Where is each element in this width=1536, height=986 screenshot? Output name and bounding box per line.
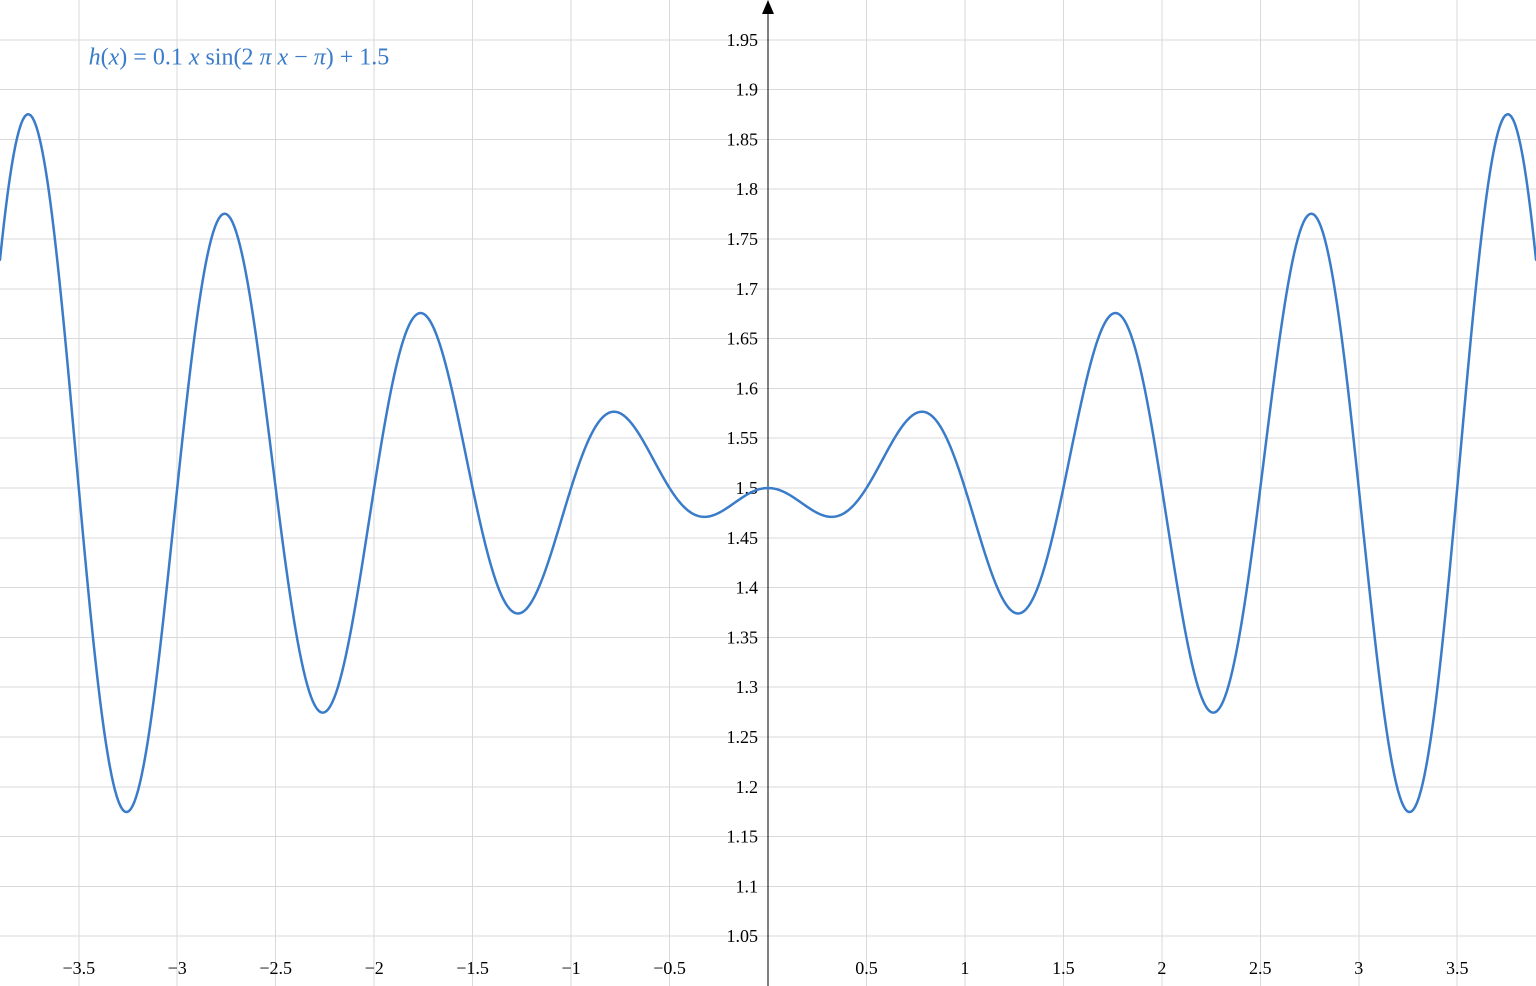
equation-label: h(x) = 0.1 x sin(2 π x − π) + 1.5 [89, 45, 390, 71]
x-tick-label: 3 [1354, 958, 1363, 978]
y-tick-label: 1.4 [736, 578, 759, 598]
y-tick-label: 1.7 [736, 279, 759, 299]
function-plot: 1.05 1.1 1.15 1.2 1.25 1.3 1.35 1.4 1.45 1.5 1.55 1… [0, 0, 1536, 986]
chart-container: 1.05 1.1 1.15 1.2 1.25 1.3 1.35 1.4 1.45 1.5 1.55 1… [0, 0, 1536, 986]
x-tick-label: 2 [1157, 958, 1166, 978]
x-tick-label: −3 [168, 958, 187, 978]
y-tick-label: 1.45 [727, 528, 759, 548]
y-tick-label: 1.2 [736, 777, 759, 797]
y-tick-label: 1.75 [727, 229, 759, 249]
x-tick-label: −2 [365, 958, 384, 978]
x-tick-label: 1.5 [1052, 958, 1075, 978]
x-tick-label: −0.5 [653, 958, 686, 978]
y-tick-label: 1.55 [727, 428, 759, 448]
x-tick-label: 2.5 [1249, 958, 1272, 978]
y-tick-label: 1.05 [727, 926, 759, 946]
y-tick-label: 1.6 [736, 378, 759, 398]
x-tick-label: −1.5 [456, 958, 489, 978]
x-tick-label: −2.5 [259, 958, 292, 978]
y-tick-label: 1.25 [727, 727, 759, 747]
x-tick-label: −3.5 [62, 958, 95, 978]
x-tick-label: 1 [960, 958, 969, 978]
y-tick-label: 1.3 [736, 677, 759, 697]
x-tick-label: −1 [561, 958, 580, 978]
x-tick-label: 0.5 [855, 958, 878, 978]
axes [762, 0, 774, 986]
y-tick-label: 1.9 [736, 80, 759, 100]
y-tick-label: 1.1 [736, 876, 759, 896]
y-tick-label: 1.95 [727, 30, 759, 50]
y-tick-label: 1.65 [727, 329, 759, 349]
x-tick-label: 3.5 [1446, 958, 1469, 978]
y-tick-label: 1.85 [727, 129, 759, 149]
y-axis-arrow [762, 0, 774, 14]
y-tick-label: 1.35 [727, 627, 759, 647]
y-tick-label: 1.8 [736, 179, 759, 199]
y-tick-label: 1.15 [727, 827, 759, 847]
